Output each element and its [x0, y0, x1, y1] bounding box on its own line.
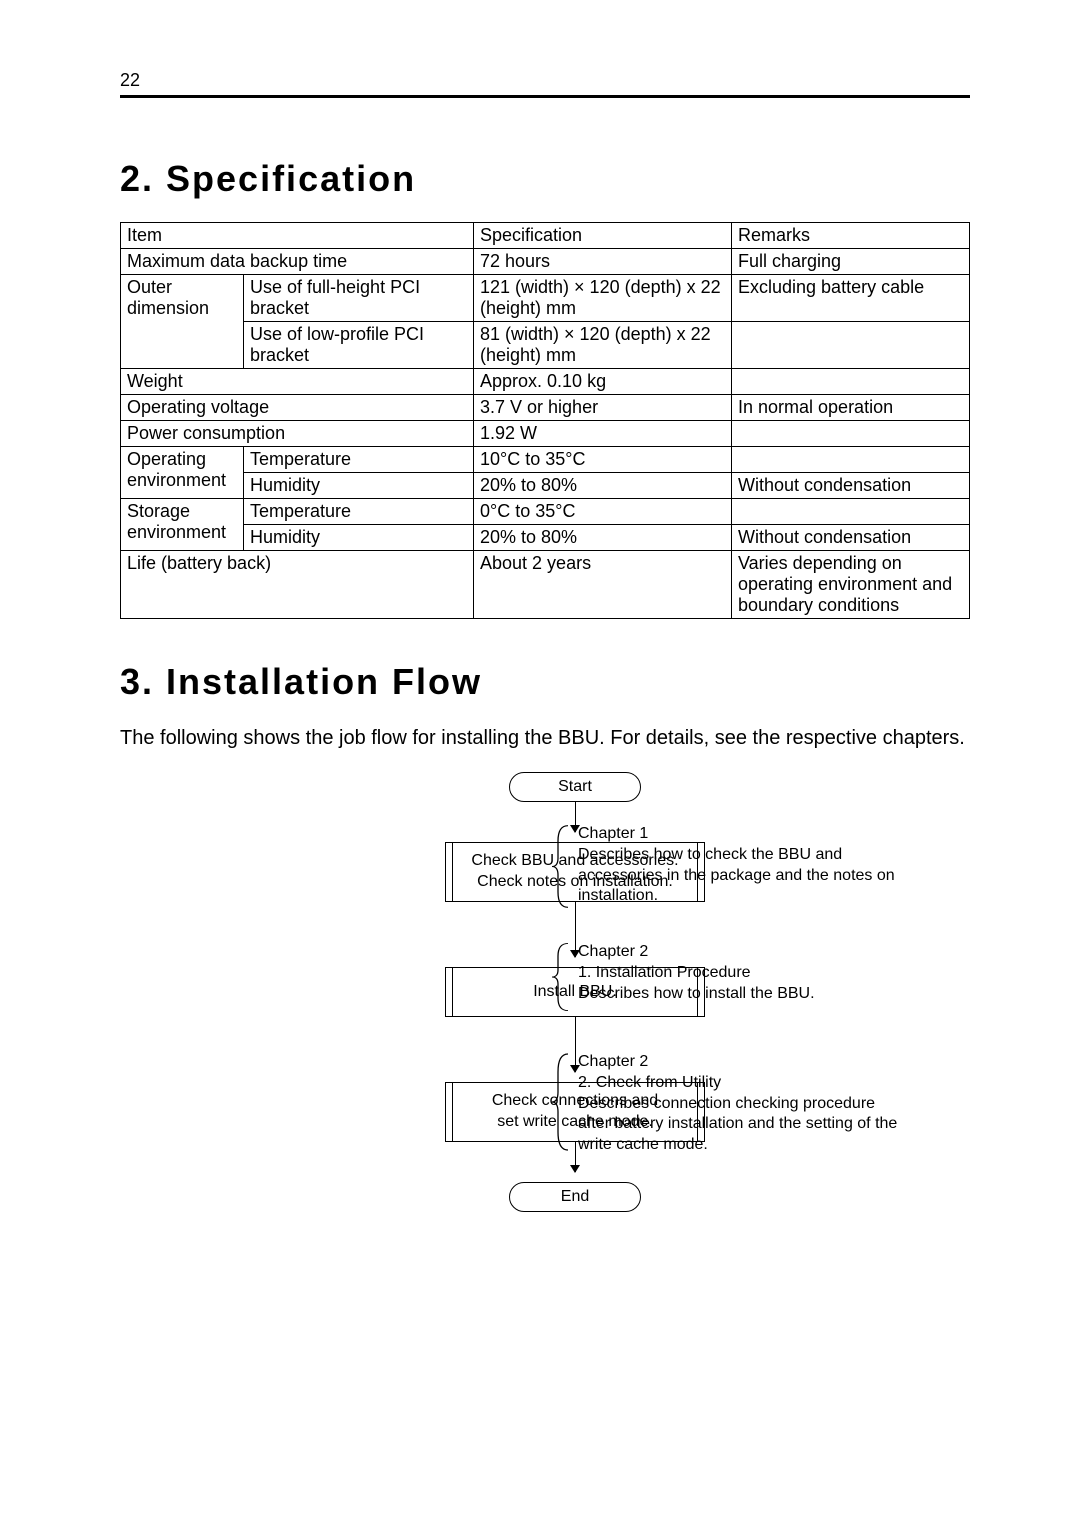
- brace-icon: [550, 824, 570, 909]
- row-spec: 10°C to 35°C: [474, 447, 732, 473]
- row-spec: 121 (width) × 120 (depth) x 22 (height) …: [474, 275, 732, 322]
- flow-end: End: [509, 1182, 641, 1212]
- row-remarks: [732, 322, 970, 369]
- row-item: Temperature: [244, 447, 474, 473]
- row-remarks: Varies depending on operating environmen…: [732, 551, 970, 619]
- th-item: Item: [121, 223, 474, 249]
- row-item: Use of low-profile PCI bracket: [244, 322, 474, 369]
- row-spec: 81 (width) × 120 (depth) x 22 (height) m…: [474, 322, 732, 369]
- row-group: Storage environment: [121, 499, 244, 551]
- row-spec: 0°C to 35°C: [474, 499, 732, 525]
- row-remarks: Without condensation: [732, 473, 970, 499]
- note-text: Chapter 1Describes how to check the BBU …: [578, 825, 895, 904]
- row-remarks: [732, 499, 970, 525]
- brace-icon: [550, 942, 570, 1012]
- flow-start: Start: [509, 772, 641, 802]
- row-spec: 1.92 W: [474, 421, 732, 447]
- row-remarks: Without condensation: [732, 525, 970, 551]
- flow-heading: 3. Installation Flow: [120, 661, 970, 703]
- row-spec: 20% to 80%: [474, 473, 732, 499]
- row-item: Humidity: [244, 525, 474, 551]
- row-remarks: Full charging: [732, 249, 970, 275]
- brace-icon: [550, 1052, 570, 1152]
- note-text: Chapter 22. Check from UtilityDescribes …: [578, 1053, 897, 1153]
- row-spec: 72 hours: [474, 249, 732, 275]
- row-remarks: [732, 421, 970, 447]
- row-group: Outer dimension: [121, 275, 244, 369]
- row-spec: About 2 years: [474, 551, 732, 619]
- row-item: Power consumption: [121, 421, 474, 447]
- th-remarks: Remarks: [732, 223, 970, 249]
- row-item: Use of full-height PCI bracket: [244, 275, 474, 322]
- flow-note-3: Chapter 22. Check from UtilityDescribes …: [550, 1052, 908, 1152]
- flow-intro: The following shows the job flow for ins…: [120, 725, 970, 752]
- note-text: Chapter 21. Installation ProcedureDescri…: [578, 943, 815, 1002]
- row-spec: 20% to 80%: [474, 525, 732, 551]
- th-spec: Specification: [474, 223, 732, 249]
- row-spec: Approx. 0.10 kg: [474, 369, 732, 395]
- row-item: Maximum data backup time: [121, 249, 474, 275]
- flowchart: Start Check BBU and accessories.Check no…: [250, 772, 900, 1212]
- row-remarks: Excluding battery cable: [732, 275, 970, 322]
- spec-heading: 2. Specification: [120, 158, 970, 200]
- row-item: Life (battery back): [121, 551, 474, 619]
- row-remarks: [732, 447, 970, 473]
- row-item: Weight: [121, 369, 474, 395]
- row-item: Temperature: [244, 499, 474, 525]
- row-remarks: [732, 369, 970, 395]
- spec-table: Item Specification Remarks Maximum data …: [120, 222, 970, 619]
- page-number: 22: [120, 70, 970, 98]
- flow-note-2: Chapter 21. Installation ProcedureDescri…: [550, 942, 908, 1012]
- row-remarks: In normal operation: [732, 395, 970, 421]
- row-spec: 3.7 V or higher: [474, 395, 732, 421]
- flow-note-1: Chapter 1Describes how to check the BBU …: [550, 824, 908, 909]
- row-item: Operating voltage: [121, 395, 474, 421]
- row-item: Humidity: [244, 473, 474, 499]
- row-group: Operating environment: [121, 447, 244, 499]
